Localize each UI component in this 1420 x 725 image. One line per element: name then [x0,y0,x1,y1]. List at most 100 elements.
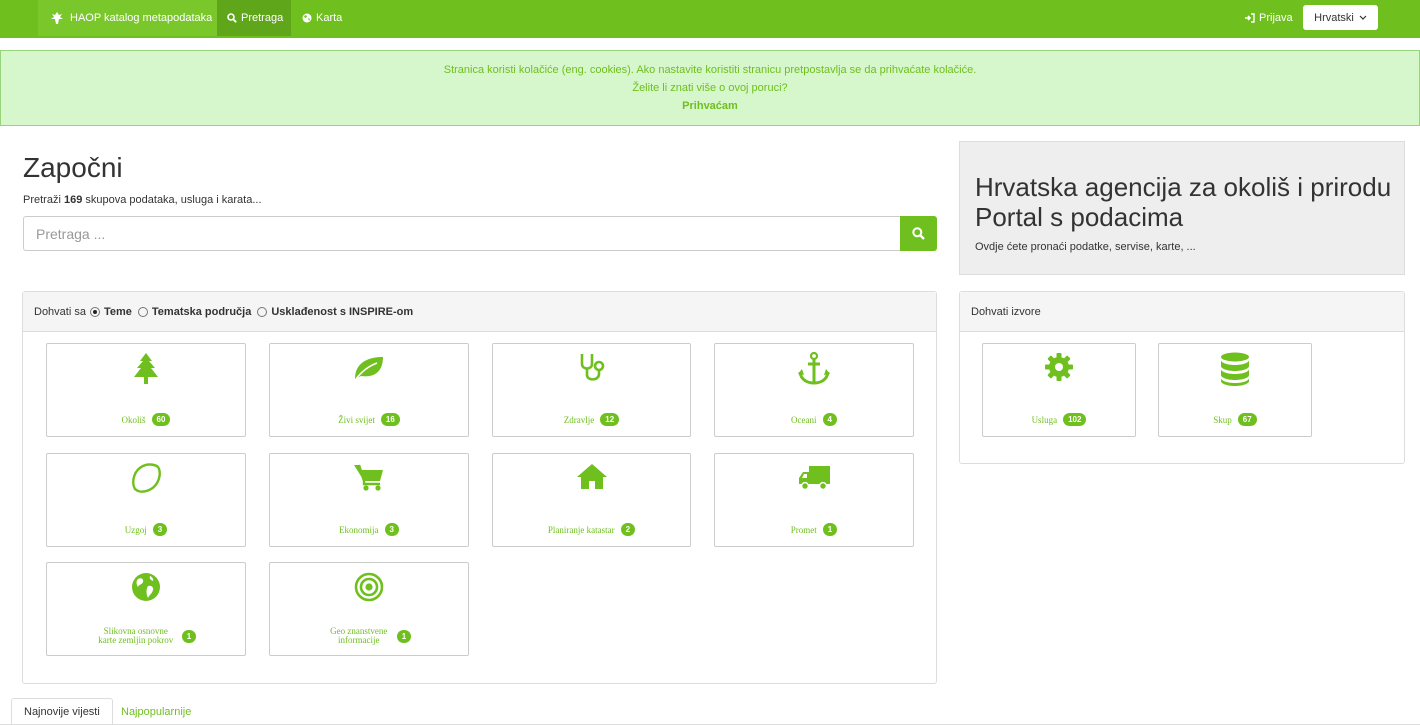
tile-label-group: Uzgoj 3 [47,523,245,536]
cookie-message: Stranica koristi kolačiće (eng. cookies)… [443,64,977,76]
top-navbar: HAOP katalog metapodataka Pretraga Karta… [0,0,1420,38]
topics-panel-label: Dohvati sa [34,305,86,318]
search-button[interactable] [900,216,937,251]
radio-teme[interactable] [89,306,100,317]
tile-label: Oceani [791,414,817,425]
count-suffix: skupova podataka, usluga i karata... [85,194,262,206]
anchor-icon [715,352,913,388]
count-badge: 3 [384,523,399,536]
filter-radio-group: Teme Tematska područja Usklađenost s INS… [86,306,413,318]
tile-label: Okoliš [121,414,146,425]
topics-panel: Dohvati sa Teme Tematska područja Usklađ… [22,291,937,684]
tile-label-group: Promet 1 [715,523,913,536]
home-icon [493,462,690,498]
tile-label: Slikovna osnovne karte zemljin pokrov [98,626,174,645]
count-badge: 12 [600,413,620,426]
language-dropdown[interactable]: Hrvatski [1303,5,1378,30]
leaf-icon [270,352,468,388]
sources-panel-header: Dohvati izvore [960,292,1404,332]
tree-icon [47,352,245,388]
count-badge: 1 [396,629,412,643]
search-icon [227,13,237,23]
logo-icon [50,11,64,25]
dataset-count: 169 [63,194,83,206]
sources-panel-label: Dohvati izvore [971,305,1041,318]
hero-subtitle: Ovdje ćete pronaći podatke, servise, kar… [975,241,1196,253]
sources-panel: Dohvati izvore Usluga 102 Skup 67 [959,291,1405,464]
count-badge: 2 [620,523,636,536]
tile-label-group: Oceani 4 [715,413,913,426]
nav-search-link[interactable]: Pretraga [217,0,291,36]
search-bar [23,216,937,251]
count-prefix: Pretraži [23,194,61,206]
lemon-icon [47,462,245,498]
tile-label: Zdravlje [563,414,595,425]
search-icon [912,227,925,240]
tile-label-group: Okoliš 60 [47,413,245,426]
cart-icon [270,462,468,498]
brand-label: HAOP katalog metapodataka [70,12,213,24]
stethoscope-icon [493,352,690,388]
sign-in-icon [1244,13,1255,23]
bullseye-icon [270,571,468,607]
tile-label: Živi svijet [338,414,375,425]
topic-tile-zivi-svijet[interactable]: Živi svijet 16 [269,343,469,437]
tile-label-group: Planiranje katastar 2 [493,523,690,536]
chevron-down-icon [1359,15,1367,21]
tile-label-group: Ekonomija 3 [270,523,468,536]
tab-najpopularnije[interactable]: Najpopularnije [109,698,203,725]
tile-label: Promet [790,524,817,535]
hero-title: Hrvatska agencija za okoliš i prirodu Po… [975,172,1392,232]
source-tile-skup[interactable]: Skup 67 [1158,343,1312,437]
radio-tematska-podrucja-label[interactable]: Tematska područja [152,306,251,318]
login-label: Prijava [1259,12,1293,24]
hero-box: Hrvatska agencija za okoliš i prirodu Po… [959,141,1405,275]
page-title: Započni [23,152,123,183]
topic-tile-slikovna[interactable]: Slikovna osnovne karte zemljin pokrov 1 [46,562,246,656]
topic-tile-zdravlje[interactable]: Zdravlje 12 [492,343,691,437]
count-badge: 1 [822,523,838,536]
database-icon [1159,352,1311,388]
topic-tile-geo-znanstvene[interactable]: Geo znanstvene informacije 1 [269,562,469,656]
radio-inspire-label[interactable]: Usklađenost s INSPIRE-om [271,306,413,318]
brand-link[interactable]: HAOP katalog metapodataka [38,0,217,36]
login-link[interactable]: Prijava [1244,0,1293,36]
topic-tile-okolis[interactable]: Okoliš 60 [46,343,246,437]
count-badge: 102 [1063,413,1087,426]
count-badge: 3 [152,523,168,536]
language-label: Hrvatski [1314,11,1354,24]
topic-tile-planiranje-katastar[interactable]: Planiranje katastar 2 [492,453,691,547]
radio-tematska-podrucja[interactable] [137,306,148,317]
cookie-banner: Stranica koristi kolačiće (eng. cookies)… [0,50,1420,126]
count-badge: 67 [1237,413,1257,426]
tile-label-group: Živi svijet 16 [270,413,468,426]
topic-tile-oceani[interactable]: Oceani 4 [714,343,914,437]
topic-tile-uzgoj[interactable]: Uzgoj 3 [46,453,246,547]
nav-search-label: Pretraga [241,12,284,24]
radio-teme-label[interactable]: Teme [104,306,132,318]
gear-icon [983,352,1135,388]
globe-icon [302,13,312,23]
truck-icon [715,462,913,498]
topic-tile-ekonomija[interactable]: Ekonomija 3 [269,453,469,547]
count-badge: 4 [822,413,837,426]
tab-najnovije-vijesti[interactable]: Najnovije vijesti [11,698,113,725]
search-input[interactable] [23,216,900,251]
tile-label: Usluga [1031,414,1058,425]
tile-label-group: Geo znanstvene informacije 1 [270,627,468,645]
count-badge: 1 [181,629,197,643]
nav-map-label: Karta [316,12,343,24]
cookie-more-link[interactable]: Želite li znati više o ovoj poruci? [1,79,1419,97]
topic-tile-promet[interactable]: Promet 1 [714,453,914,547]
radio-inspire[interactable] [257,306,268,317]
source-tile-usluga[interactable]: Usluga 102 [982,343,1136,437]
topics-panel-header: Dohvati sa Teme Tematska područja Usklađ… [23,292,936,332]
tile-label: Skup [1213,414,1232,425]
count-badge: 60 [151,413,171,426]
nav-map-link[interactable]: Karta [302,0,342,36]
tile-label: Geo znanstvene informacije [330,626,388,645]
tile-label: Uzgoj [124,524,147,535]
globe-icon [47,571,245,607]
count-badge: 16 [380,413,400,426]
cookie-accept-button[interactable]: Prihvaćam [1,97,1419,115]
